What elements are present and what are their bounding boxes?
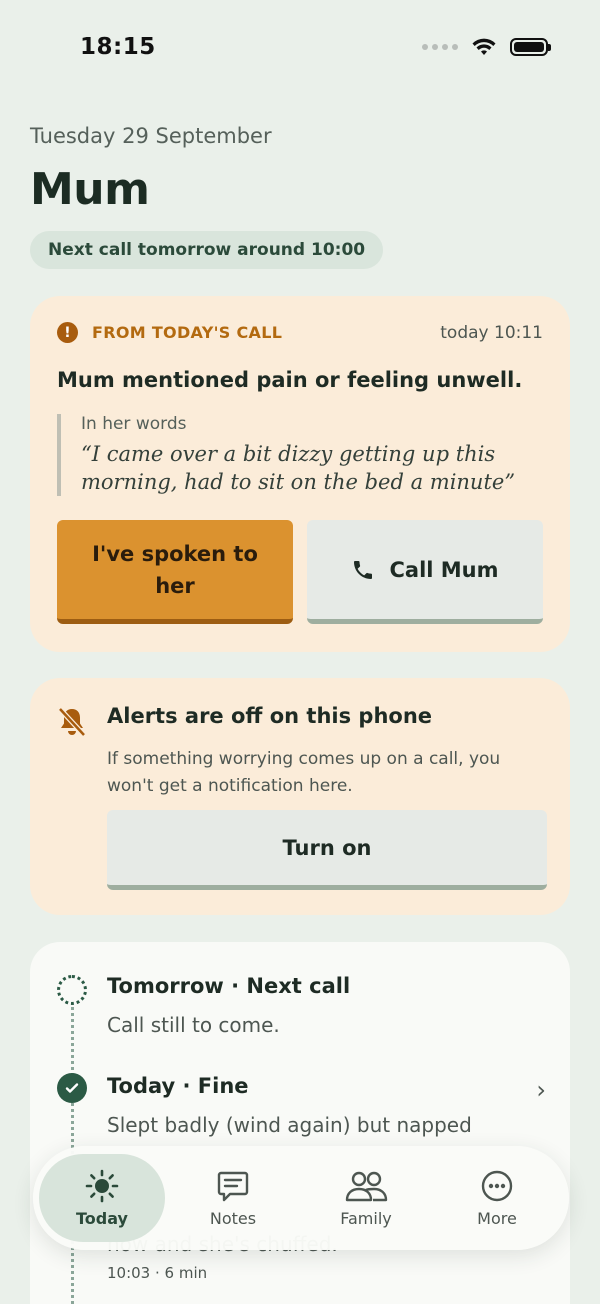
status-time: 18:15 <box>80 34 156 60</box>
battery-icon <box>510 38 551 56</box>
quote-label: In her words <box>81 414 187 434</box>
tab-today[interactable]: Today <box>39 1154 165 1242</box>
timeline-connector <box>71 978 74 1304</box>
tab-label: Family <box>340 1208 392 1228</box>
notes-icon <box>217 1171 249 1201</box>
more-icon <box>481 1170 513 1201</box>
alert-label: FROM TODAY'S CALL <box>92 323 283 342</box>
cellular-signal-icon <box>422 44 458 50</box>
check-circle-icon <box>57 1073 87 1103</box>
status-bar: 18:15 <box>0 0 600 96</box>
bell-off-icon <box>58 707 86 737</box>
date-line: Tuesday 29 September <box>30 124 272 148</box>
notifications-card: Alerts are off on this phone If somethin… <box>30 678 570 915</box>
exclamation-icon: ! <box>57 322 78 343</box>
status-icons <box>422 38 551 56</box>
spoken-to-her-label: I've spoken to her <box>92 541 258 598</box>
quote-text: “I came over a bit dizzy getting up this… <box>81 442 516 494</box>
call-mum-label: Call Mum <box>389 557 499 582</box>
notifications-title: Alerts are off on this phone <box>107 704 433 728</box>
phone-icon <box>351 558 375 582</box>
timeline-item-subtitle: Call still to come. <box>107 1013 280 1037</box>
tab-family[interactable]: Family <box>303 1154 429 1242</box>
turn-on-button[interactable]: Turn on <box>107 810 547 890</box>
spoken-to-her-button[interactable]: I've spoken to her <box>57 520 293 624</box>
tab-more[interactable]: More <box>434 1154 560 1242</box>
next-call-badge: Next call tomorrow around 10:00 <box>30 231 384 269</box>
wifi-icon <box>472 38 496 55</box>
timeline-item-subtitle: Slept badly (wind again) but napped <box>107 1113 472 1137</box>
alert-header: ! FROM TODAY'S CALL today 10:11 <box>57 322 543 343</box>
page-title: Mum <box>30 164 150 215</box>
call-mum-button[interactable]: Call Mum <box>307 520 543 624</box>
tab-label: More <box>477 1208 517 1228</box>
timeline-item-meta: 10:03 · 6 min <box>107 1264 208 1282</box>
tab-label: Today <box>76 1208 128 1228</box>
notifications-body: If something worrying comes up on a call… <box>107 749 501 796</box>
chevron-right-icon[interactable]: › <box>536 1076 546 1104</box>
call-alert-card: ! FROM TODAY'S CALL today 10:11 Mum ment… <box>30 296 570 652</box>
alert-time: today 10:11 <box>440 322 543 343</box>
tab-bar: Today Notes Family More <box>33 1146 569 1250</box>
sun-icon <box>85 1169 119 1202</box>
alert-headline: Mum mentioned pain or feeling unwell. <box>57 368 523 392</box>
quote-block: In her words “I came over a bit dizzy ge… <box>57 414 550 496</box>
tab-label: Notes <box>209 1208 257 1228</box>
pending-circle-icon <box>57 975 87 1005</box>
family-icon <box>345 1171 388 1201</box>
timeline-item-title[interactable]: Today · Fine <box>107 1074 249 1098</box>
timeline-item-title: Tomorrow · Next call <box>107 974 351 998</box>
tab-notes[interactable]: Notes <box>170 1154 296 1242</box>
